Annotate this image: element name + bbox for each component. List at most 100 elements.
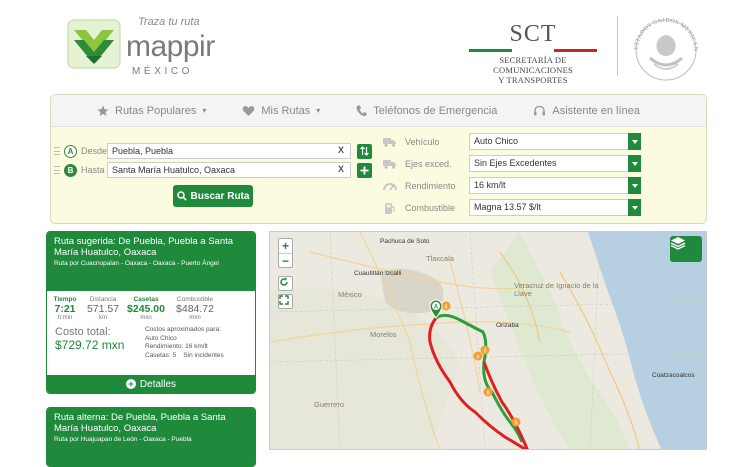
destination-row: B Hasta Santa María Huatulco, Oaxaca X xyxy=(54,162,372,178)
destination-label: Hasta xyxy=(81,165,105,175)
svg-text:8: 8 xyxy=(445,305,448,311)
swap-button[interactable] xyxy=(357,143,372,159)
nav-emergency-phones[interactable]: Teléfonos de Emergencia xyxy=(356,105,497,117)
nav-popular-routes[interactable]: Rutas Populares ▾ xyxy=(97,105,206,117)
alternate-route-card[interactable]: Ruta alterna: De Puebla, Puebla a Santa … xyxy=(46,407,256,467)
sct-color-bar xyxy=(469,49,598,52)
chevron-down-icon: ▾ xyxy=(316,106,321,115)
heart-icon xyxy=(243,105,255,116)
destination-pin-icon: B xyxy=(64,163,77,177)
highway-shield-icon: 8 xyxy=(511,417,521,427)
header-divider xyxy=(617,16,618,76)
chevron-down-icon xyxy=(628,199,641,216)
stat-time-value: 7:21 xyxy=(54,303,76,315)
vehicle-row: Vehículo Auto Chico xyxy=(383,133,641,150)
origin-input[interactable]: Puebla, Puebla X xyxy=(107,143,351,159)
stat-tolls: Casetas $245.00 mxn xyxy=(126,296,166,322)
fuel-pump-icon xyxy=(383,202,397,214)
map-label-guerrero: Guerrero xyxy=(314,400,345,409)
destination-clear-button[interactable]: X xyxy=(338,164,344,174)
vehicle-value: Auto Chico xyxy=(474,136,519,146)
nav-emergency-phones-label: Teléfonos de Emergencia xyxy=(373,104,498,117)
sct-line-2: COMUNICACIONES xyxy=(493,65,573,75)
logo-name: mappir xyxy=(126,30,215,63)
zoom-in-button[interactable]: + xyxy=(279,239,292,253)
map-canvas: 8 8 8 8 8 A xyxy=(270,232,706,449)
top-nav: Rutas Populares ▾ Mis Rutas ▾ Teléfonos … xyxy=(51,95,706,127)
mappir-logo-icon xyxy=(67,19,121,69)
highway-shield-icon: 8 xyxy=(480,345,490,355)
fullscreen-button[interactable] xyxy=(278,294,293,309)
fuel-value: Magna 13.57 $/lt xyxy=(474,202,542,212)
svg-text:8: 8 xyxy=(477,355,480,361)
logo-tagline: Traza tu ruta xyxy=(138,16,200,28)
svg-text:8: 8 xyxy=(487,391,490,397)
stat-tolls-label: Casetas xyxy=(133,296,159,303)
sct-logo[interactable]: SCT SECRETARÍA DE COMUNICACIONES Y TRANS… xyxy=(468,20,598,88)
cost-note: Auto Chico xyxy=(145,334,177,342)
alternate-route-title: Ruta alterna: De Puebla, Puebla a Santa … xyxy=(54,412,226,434)
search-route-label: Buscar Ruta xyxy=(190,190,250,202)
cost-note: Rendimiento: 16 km/lt xyxy=(145,343,208,350)
yield-select[interactable]: 16 km/lt xyxy=(469,177,641,194)
axles-row: Ejes exced. Sin Ejes Excedentes xyxy=(383,155,641,172)
chevron-down-icon xyxy=(628,155,641,172)
search-route-button[interactable]: Buscar Ruta xyxy=(173,185,253,207)
vehicle-label: Vehículo xyxy=(405,136,440,147)
stat-distance-unit: km xyxy=(99,315,107,321)
national-seal-icon: ESTADOS UNIDOS MEXICANOS xyxy=(628,10,698,81)
star-icon xyxy=(97,105,109,116)
origin-pin-icon: A xyxy=(64,144,77,158)
destination-input[interactable]: Santa María Huatulco, Oaxaca X xyxy=(107,162,351,178)
axles-select[interactable]: Sin Ejes Excedentes xyxy=(469,155,641,172)
nav-my-routes[interactable]: Mis Rutas ▾ xyxy=(242,105,320,117)
stat-tolls-unit: mxn xyxy=(140,315,152,321)
chevron-down-icon xyxy=(628,133,641,150)
destination-input-value: Santa María Huatulco, Oaxaca xyxy=(112,165,236,175)
truck-icon xyxy=(383,159,397,169)
logo-country: MÉXICO xyxy=(132,66,194,77)
svg-text:8: 8 xyxy=(515,421,518,427)
stat-time: Tiempo 7:21 h:min xyxy=(50,296,80,322)
zoom-out-button[interactable]: − xyxy=(279,253,292,268)
suggested-route-card[interactable]: Ruta sugerida: De Puebla, Puebla a Santa… xyxy=(46,231,256,394)
origin-row: A Desde Puebla, Puebla X xyxy=(54,143,372,159)
fuel-select[interactable]: Magna 13.57 $/lt xyxy=(469,199,641,216)
map-label-mexico: México xyxy=(338,290,362,299)
svg-text:8: 8 xyxy=(484,349,487,355)
details-label: Detalles xyxy=(139,378,177,390)
vehicle-select[interactable]: Auto Chico xyxy=(469,133,641,150)
sct-line-3: Y TRANSPORTES xyxy=(498,75,568,85)
layers-button[interactable] xyxy=(670,236,702,262)
total-cost: Costo total: $729.72 mxn xyxy=(55,326,137,360)
chevron-down-icon: ▾ xyxy=(202,106,207,115)
highway-shield-icon: 8 xyxy=(441,301,451,311)
sct-acronym: SCT xyxy=(509,21,557,47)
cost-note: Costos aproximados para: xyxy=(145,326,221,333)
origin-clear-button[interactable]: X xyxy=(338,145,344,155)
mappir-logo[interactable]: Traza tu ruta mappir MÉXICO xyxy=(66,14,216,77)
drag-handle-icon[interactable] xyxy=(54,147,60,155)
layers-icon xyxy=(670,237,686,250)
total-cost-label: Costo total: xyxy=(55,326,111,338)
alternate-route-via: Ruta por Huajuapan de León - Oaxaca - Pu… xyxy=(54,436,192,443)
fullscreen-icon xyxy=(279,295,289,305)
nav-online-assistant[interactable]: Asistente en línea xyxy=(533,105,640,117)
drag-handle-icon[interactable] xyxy=(54,166,60,174)
route-form: A Desde Puebla, Puebla X B Hasta Santa M… xyxy=(51,127,706,223)
origin-input-value: Puebla, Puebla xyxy=(112,146,174,156)
swap-icon xyxy=(360,146,369,156)
route-map[interactable]: 8 8 8 8 8 A Pachuca de Soto Cuautitlán I… xyxy=(269,231,707,450)
suggested-route-header: Ruta sugerida: De Puebla, Puebla a Santa… xyxy=(47,232,255,291)
details-button[interactable]: + Detalles xyxy=(47,375,255,393)
map-label-tlaxcala: Tlaxcala xyxy=(426,254,454,263)
headset-icon xyxy=(534,105,546,115)
refresh-icon xyxy=(280,277,288,286)
route-stats: Tiempo 7:21 h:min Distancia 571.57 km Ca… xyxy=(47,291,255,322)
yield-value: 16 km/lt xyxy=(474,180,506,190)
reset-view-button[interactable] xyxy=(278,276,293,291)
add-stop-button[interactable] xyxy=(357,162,372,178)
suggested-route-title: Ruta sugerida: De Puebla, Puebla a Santa… xyxy=(54,236,234,258)
yield-label: Rendimiento xyxy=(405,180,456,191)
chevron-down-icon xyxy=(628,177,641,194)
